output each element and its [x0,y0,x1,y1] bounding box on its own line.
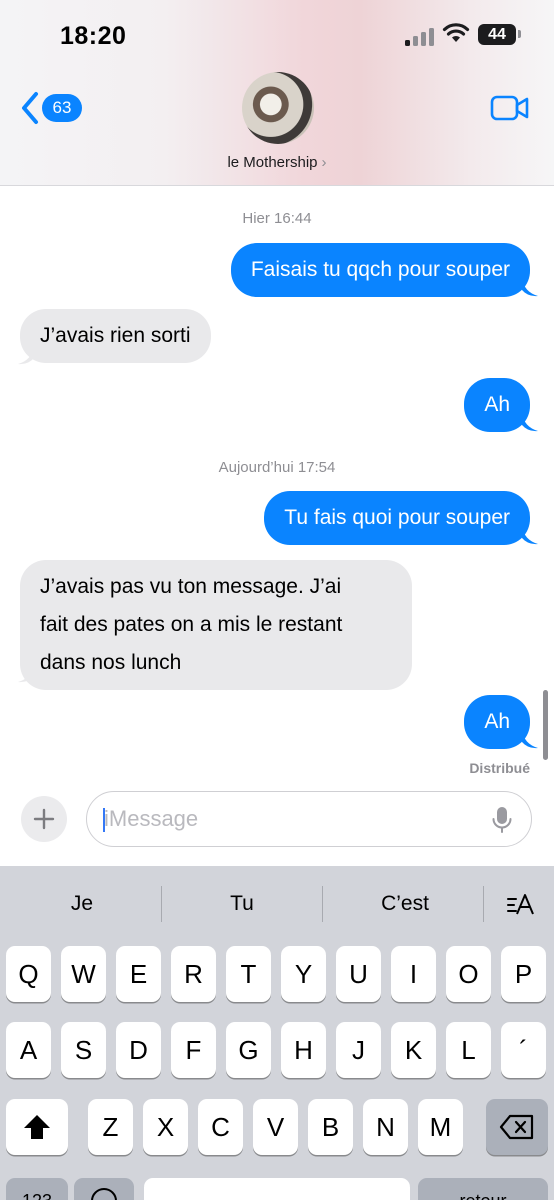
key-i[interactable]: I [391,946,436,1002]
key-r[interactable]: R [171,946,216,1002]
numbers-key[interactable]: 123 [6,1178,68,1200]
key-e[interactable]: E [116,946,161,1002]
message-text: Tu fais quoi pour souper [284,506,510,529]
key-acute-accent[interactable]: ´ [501,1022,546,1078]
suggestion-item[interactable]: C’est [345,892,465,916]
message-text-line: fait des pates on a mis le restant [40,613,343,636]
wifi-icon [442,23,470,42]
key-j[interactable]: J [336,1022,381,1078]
key-g[interactable]: G [226,1022,271,1078]
text-caret [103,808,105,832]
emoji-key[interactable] [74,1178,134,1200]
chevron-left-icon [22,92,38,124]
message-input[interactable]: iMessage [86,791,532,847]
battery-icon: 44 [478,24,516,45]
key-s[interactable]: S [61,1022,106,1078]
key-u[interactable]: U [336,946,381,1002]
apps-plus-button[interactable] [21,796,67,842]
battery-cap [518,30,521,38]
plus-icon [33,808,55,830]
back-button[interactable]: 63 [20,90,82,126]
bubble-tail [522,278,538,297]
key-m[interactable]: M [418,1099,463,1155]
sent-message-bubble[interactable]: Ah [464,695,530,749]
key-p[interactable]: P [501,946,546,1002]
key-h[interactable]: H [281,1022,326,1078]
backspace-key[interactable] [486,1099,548,1155]
microphone-icon[interactable] [491,806,513,834]
key-t[interactable]: T [226,946,271,1002]
key-k[interactable]: K [391,1022,436,1078]
key-b[interactable]: B [308,1099,353,1155]
key-o[interactable]: O [446,946,491,1002]
bubble-tail [18,664,34,683]
return-key[interactable]: retour [418,1178,548,1200]
key-a[interactable]: A [6,1022,51,1078]
key-n[interactable]: N [363,1099,408,1155]
key-w[interactable]: W [61,946,106,1002]
delivery-status: Distribué [469,760,530,776]
message-placeholder: iMessage [104,806,199,831]
contact-avatar[interactable] [242,72,314,144]
message-text: J’avais rien sorti [40,324,191,347]
key-q[interactable]: Q [6,946,51,1002]
message-text: Ah [484,393,510,416]
scroll-indicator[interactable] [543,690,548,760]
key-x[interactable]: X [143,1099,188,1155]
text-format-icon[interactable] [506,892,536,918]
shift-key[interactable] [6,1099,68,1155]
contact-name: le Mothership [227,154,318,171]
suggestion-divider [322,886,323,922]
emoji-icon [91,1188,117,1200]
delete-backward-icon [499,1114,534,1140]
keyboard: Je Tu C’est Q W E R T Y U I O P A S D F … [0,866,554,1200]
suggestion-item[interactable]: Je [22,892,142,916]
conversation-header: 18:20 44 63 le Mothership › [0,0,554,186]
bubble-tail [522,526,538,545]
suggestion-divider [483,886,484,922]
message-text-line: dans nos lunch [40,651,182,674]
chevron-right-icon: › [321,154,327,171]
bubble-tail [522,730,538,749]
message-timestamp: Aujourd’hui 17:54 [218,459,336,476]
status-bar: 18:20 44 [0,0,554,70]
sent-message-bubble[interactable]: Tu fais quoi pour souper [264,491,530,545]
cellular-signal-icon [405,26,435,46]
key-d[interactable]: D [116,1022,161,1078]
key-c[interactable]: C [198,1099,243,1155]
received-message-bubble[interactable]: J’avais rien sorti [20,309,211,363]
key-l[interactable]: L [446,1022,491,1078]
message-timestamp: Hier 16:44 [242,210,312,227]
status-time: 18:20 [60,22,127,50]
video-call-icon[interactable] [490,94,530,122]
message-text-line: J’avais pas vu ton message. J’ai [40,575,342,598]
sent-message-bubble[interactable]: Faisais tu qqch pour souper [230,243,530,297]
suggestion-divider [161,886,162,922]
contact-name-button[interactable]: le Mothership › [0,154,554,171]
key-v[interactable]: V [253,1099,298,1155]
shift-arrow-icon [24,1115,50,1139]
bubble-tail [18,346,34,365]
received-message-bubble[interactable]: J’avais pas vu ton message. J’ai fait de… [20,560,412,690]
key-z[interactable]: Z [88,1099,133,1155]
sent-message-bubble[interactable]: Ah [464,378,530,432]
predictive-bar: Je Tu C’est [0,866,554,944]
bubble-tail [522,413,538,432]
space-key[interactable] [144,1178,410,1200]
suggestion-item[interactable]: Tu [182,892,302,916]
message-text: Ah [484,710,510,733]
key-f[interactable]: F [171,1022,216,1078]
key-y[interactable]: Y [281,946,326,1002]
message-text: Faisais tu qqch pour souper [250,258,510,281]
unread-count-badge: 63 [42,94,82,122]
